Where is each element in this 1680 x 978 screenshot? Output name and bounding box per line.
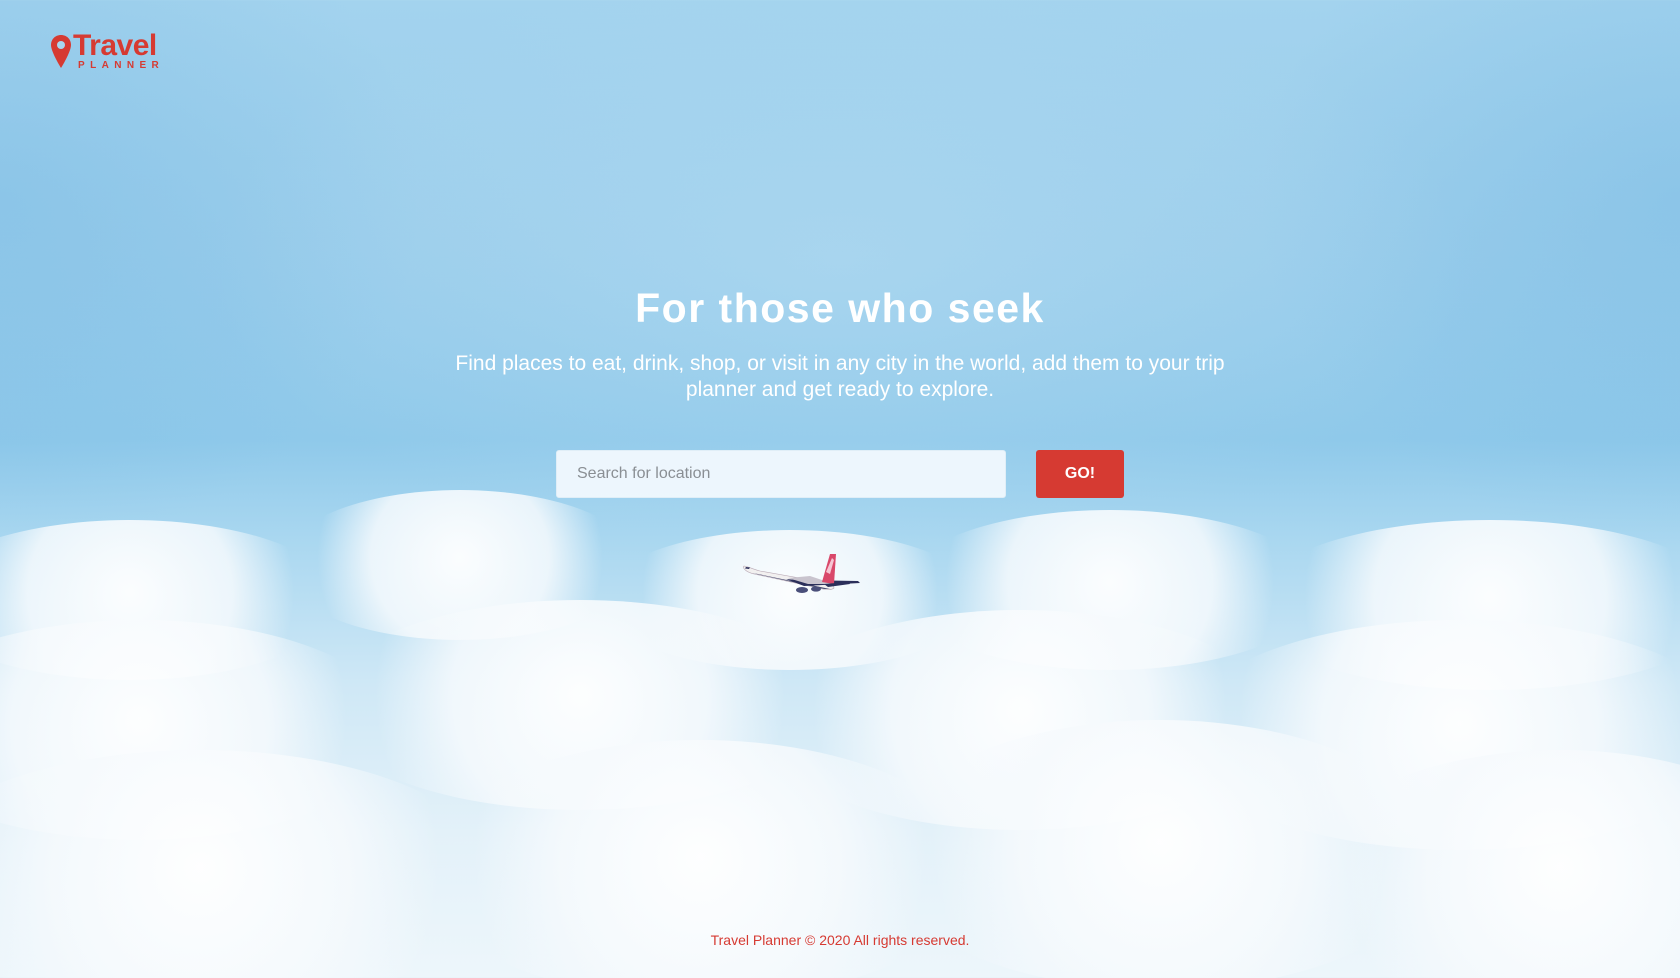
hero-section: For those who seek Find places to eat, d… <box>0 283 1680 403</box>
brand-text: Travel PLANNER <box>73 29 165 72</box>
search-input[interactable] <box>556 450 1006 498</box>
brand-logo[interactable]: Travel PLANNER <box>50 29 165 72</box>
map-pin-icon <box>51 35 71 68</box>
hero-description: Find places to eat, drink, shop, or visi… <box>455 352 1225 401</box>
search-bar: GO! <box>556 450 1124 498</box>
brand-subtitle: PLANNER <box>78 60 165 71</box>
airplane-image <box>743 554 860 593</box>
footer-copyright: Travel Planner © 2020 All rights reserve… <box>710 932 970 948</box>
go-button[interactable]: GO! <box>1036 450 1124 498</box>
hero-title: For those who seek <box>635 285 1045 331</box>
brand-title: Travel <box>73 29 157 62</box>
